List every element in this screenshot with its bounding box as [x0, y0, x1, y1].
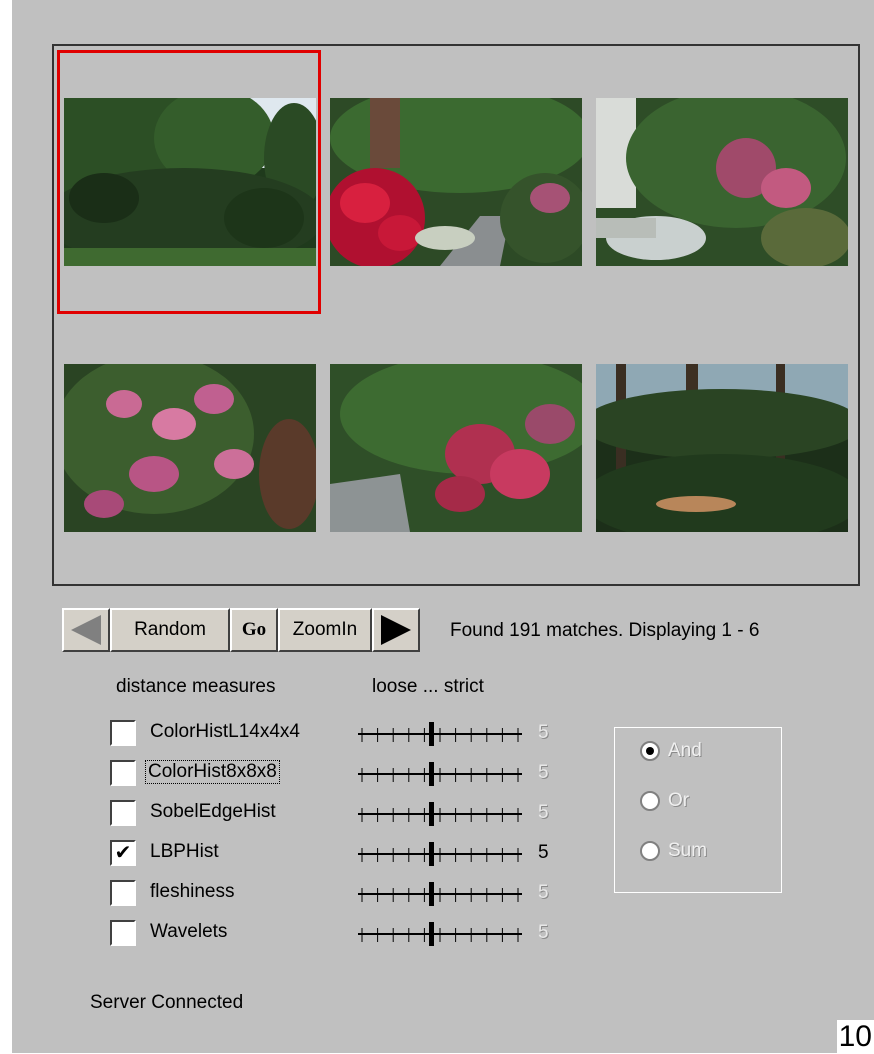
checkbox-measure-3[interactable]: ✔ — [110, 840, 136, 866]
left-arrow-icon — [71, 615, 101, 645]
radio-sum-label: Sum — [668, 840, 708, 861]
right-arrow-icon — [381, 615, 411, 645]
measure-label: fleshiness — [150, 881, 235, 902]
next-page-button[interactable] — [372, 608, 420, 652]
measure-label: LBPHist — [150, 841, 219, 862]
radio-sum[interactable] — [640, 841, 660, 861]
go-button-label: Go — [241, 619, 267, 640]
checkbox-measure-4[interactable] — [110, 880, 136, 906]
checkbox-measure-2[interactable] — [110, 800, 136, 826]
measure-label: ColorHistL14x4x4 — [150, 721, 300, 742]
page-number: 10 — [836, 1020, 874, 1054]
result-thumbnail-3[interactable] — [596, 98, 848, 266]
random-button[interactable]: Random — [110, 608, 230, 652]
selected-query-highlight — [57, 50, 321, 314]
slider-value: 5 — [538, 802, 549, 823]
zoom-in-button-label: ZoomIn — [292, 619, 358, 640]
checkbox-measure-0[interactable] — [110, 720, 136, 746]
distance-measures-header: distance measures — [116, 676, 276, 697]
slider-value: 5 — [538, 882, 549, 903]
radio-and-label: And — [668, 740, 702, 761]
slider-value: 5 — [538, 722, 549, 743]
checkbox-measure-1[interactable] — [110, 760, 136, 786]
measure-label: SobelEdgeHist — [150, 801, 276, 822]
strictness-slider[interactable] — [358, 758, 522, 788]
check-mark-icon: ✔ — [114, 842, 132, 864]
radio-or-label: Or — [668, 790, 690, 811]
zoom-in-button[interactable]: ZoomIn — [278, 608, 372, 652]
random-button-label: Random — [134, 619, 206, 640]
strictness-slider[interactable] — [358, 838, 522, 868]
checkbox-measure-5[interactable] — [110, 920, 136, 946]
strictness-slider[interactable] — [358, 718, 522, 748]
radio-and-dot — [646, 747, 654, 755]
slider-value: 5 — [538, 922, 549, 943]
result-thumbnail-5[interactable] — [330, 364, 582, 532]
go-button[interactable]: Go — [230, 608, 278, 652]
measure-label: ColorHist8x8x8 — [145, 760, 280, 784]
measure-label: Wavelets — [150, 921, 228, 942]
server-status: Server Connected — [90, 992, 244, 1013]
result-thumbnail-4[interactable] — [64, 364, 316, 532]
radio-and[interactable] — [640, 741, 660, 761]
result-thumbnail-6[interactable] — [596, 364, 848, 532]
slider-value: 5 — [538, 842, 549, 863]
strictness-slider[interactable] — [358, 878, 522, 908]
match-status-text: Found 191 matches. Displaying 1 - 6 — [450, 620, 760, 641]
result-thumbnail-2[interactable] — [330, 98, 582, 266]
strictness-slider[interactable] — [358, 918, 522, 948]
prev-page-button[interactable] — [62, 608, 110, 652]
slider-value: 5 — [538, 762, 549, 783]
strictness-header: loose ... strict — [372, 676, 484, 697]
radio-or[interactable] — [640, 791, 660, 811]
strictness-slider[interactable] — [358, 798, 522, 828]
